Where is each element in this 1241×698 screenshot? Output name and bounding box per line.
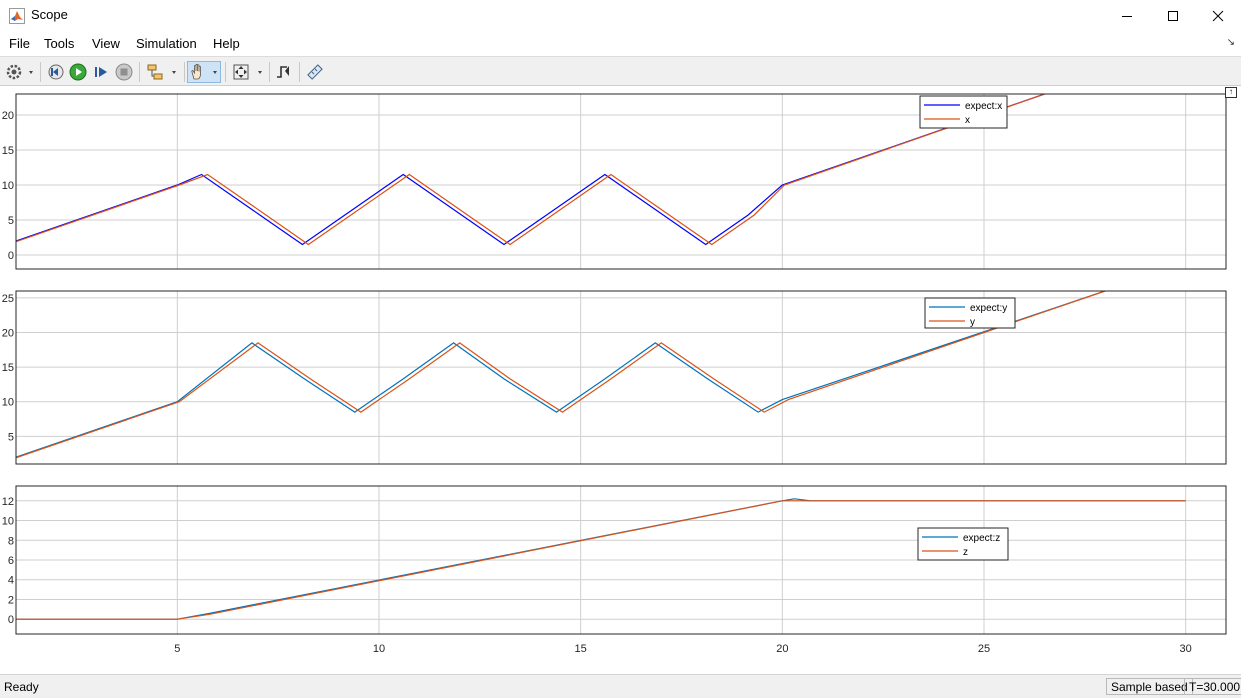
status-sim-time: T=30.000 <box>1184 678 1241 695</box>
y-tick-label: 5 <box>8 215 14 227</box>
legend-label: y <box>970 317 975 328</box>
hand-icon <box>191 63 217 80</box>
y-tick-label: 25 <box>2 293 14 305</box>
pan-button[interactable] <box>187 61 221 83</box>
legend-label: expect:z <box>963 533 1000 544</box>
toolbar-separator <box>299 62 300 82</box>
menu-bar: File Tools View Simulation Help ↘ <box>0 32 1241 56</box>
x-tick-label: 10 <box>373 643 385 655</box>
play-icon <box>69 63 87 81</box>
status-sample-mode: Sample based <box>1106 678 1193 695</box>
y-tick-label: 20 <box>2 328 14 340</box>
undock-icon[interactable]: ↑ <box>1225 87 1237 98</box>
toolbar-separator <box>139 62 140 82</box>
trigger-icon <box>277 66 289 78</box>
axes-2: 5 10 15 20 25 expect:y y <box>2 290 1227 465</box>
y-tick-label: 8 <box>8 535 14 547</box>
y-tick-label: 15 <box>2 145 14 157</box>
x-tick-label: 30 <box>1180 643 1192 655</box>
menu-view[interactable]: View <box>92 36 120 51</box>
y-tick-label: 15 <box>2 362 14 374</box>
scope-plots: 0 5 10 15 20 expect:x x 5 10 15 20 25 expect:y y 0 2 4 6 8… <box>2 93 1227 655</box>
y-tick-label: 0 <box>8 614 14 626</box>
y-tick-label: 6 <box>8 555 14 567</box>
maximize-icon <box>1168 11 1178 21</box>
maximize-button[interactable] <box>1150 0 1196 32</box>
legend-label: z <box>963 547 968 558</box>
toolbar-separator <box>184 62 185 82</box>
toolbar-separator <box>40 62 41 82</box>
legend-label: expect:x <box>965 101 1002 112</box>
menu-simulation[interactable]: Simulation <box>136 36 197 51</box>
axes-1: 0 5 10 15 20 expect:x x <box>2 93 1227 270</box>
legend-label: expect:y <box>970 303 1007 314</box>
triggers-button[interactable] <box>273 61 295 83</box>
collapse-arrow-icon[interactable]: ↘ <box>1227 37 1235 48</box>
highlight-block-button[interactable] <box>144 61 180 83</box>
ruler-icon <box>307 64 323 80</box>
cursor-measurements-button[interactable] <box>304 61 326 83</box>
gear-icon <box>6 64 33 80</box>
axes-background <box>16 291 1226 464</box>
x-tick-label: 15 <box>575 643 587 655</box>
stop-icon <box>115 63 133 81</box>
menu-file[interactable]: File <box>9 36 30 51</box>
y-tick-label: 12 <box>2 496 14 508</box>
y-tick-label: 2 <box>8 594 14 606</box>
configuration-button[interactable] <box>4 61 36 83</box>
run-button[interactable] <box>68 61 88 83</box>
legend-label: x <box>965 115 970 126</box>
y-tick-label: 4 <box>8 575 14 587</box>
legend: expect:y y <box>924 297 1016 329</box>
x-tick-label: 20 <box>776 643 788 655</box>
x-tick-label: 25 <box>978 643 990 655</box>
axes-3: 0 2 4 6 8 10 12 5 10 15 20 25 30 expect:z z <box>2 485 1227 655</box>
y-tick-label: 10 <box>2 180 14 192</box>
scope-display: 0 5 10 15 20 expect:x x 5 10 15 20 25 expect:y y 0 2 4 6 8… <box>0 86 1241 674</box>
y-tick-label: 10 <box>2 397 14 409</box>
block-diagram-icon <box>147 64 176 80</box>
toolbar-separator <box>269 62 270 82</box>
legend: expect:x x <box>919 95 1008 129</box>
window-title: Scope <box>31 7 68 22</box>
scale-axes-button[interactable] <box>230 61 266 83</box>
title-bar: Scope <box>0 0 1241 32</box>
minimize-button[interactable] <box>1104 0 1150 32</box>
close-icon <box>1212 10 1224 22</box>
toolbar <box>0 56 1241 86</box>
menu-help[interactable]: Help <box>213 36 240 51</box>
status-bar: Ready Sample based T=30.000 <box>0 674 1241 698</box>
step-forward-icon <box>95 67 107 77</box>
matlab-icon <box>9 8 25 24</box>
menu-tools[interactable]: Tools <box>44 36 74 51</box>
step-back-button[interactable] <box>46 61 66 83</box>
legend: expect:z z <box>917 527 1009 561</box>
fit-to-view-icon <box>233 64 262 80</box>
close-button[interactable] <box>1195 0 1241 32</box>
x-tick-label: 5 <box>174 643 180 655</box>
status-ready: Ready <box>4 680 39 694</box>
y-tick-label: 10 <box>2 516 14 528</box>
toolbar-separator <box>225 62 226 82</box>
y-tick-label: 0 <box>8 250 14 262</box>
step-forward-button[interactable] <box>91 61 111 83</box>
minimize-icon <box>1122 16 1132 17</box>
y-tick-label: 20 <box>2 110 14 122</box>
stop-button[interactable] <box>114 61 134 83</box>
y-tick-label: 5 <box>8 431 14 443</box>
step-back-icon <box>48 64 64 80</box>
